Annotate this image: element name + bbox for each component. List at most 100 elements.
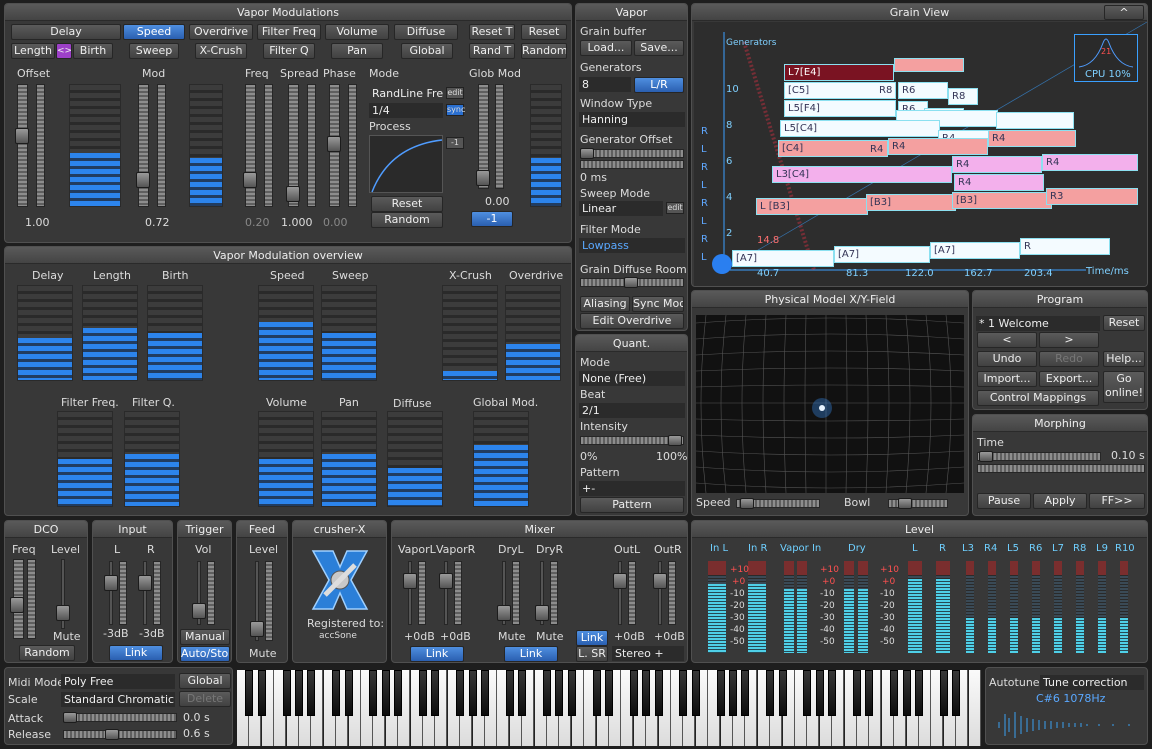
piano-black-key[interactable] [543,670,551,716]
lr-button[interactable]: L/R [634,77,684,93]
sync-mod-button[interactable]: Sync Mod [632,296,684,312]
feed-level-knob[interactable] [250,621,264,637]
mode-edit-button[interactable]: edit [446,87,464,99]
help-button[interactable]: Help... [1103,351,1145,367]
filter-mode-select[interactable]: Lowpass [579,238,685,253]
program-name-field[interactable]: * 1 Welcome [976,316,1100,331]
go-online-button[interactable]: Go online! [1103,371,1145,403]
bowl-slider[interactable] [888,499,948,508]
piano-black-key[interactable] [679,670,688,716]
piano-black-key[interactable] [890,670,899,716]
mixer-lsr-button[interactable]: L. SR [576,646,608,662]
piano-black-key[interactable] [369,670,378,716]
piano-black-key[interactable] [257,670,266,716]
piano-black-key[interactable] [555,670,564,716]
piano-black-key[interactable] [654,670,663,716]
gen-offset-range[interactable] [580,160,684,169]
filter-freq-button[interactable]: Filter Freq [257,24,321,40]
piano-black-key[interactable] [766,670,775,716]
glob-mod-slider-knob[interactable] [476,170,490,186]
offset-range-track[interactable] [36,84,45,207]
mixer-out-link-button[interactable]: Link [576,630,608,646]
piano-black-key[interactable] [468,670,477,716]
pan-button[interactable]: Pan [331,43,383,59]
piano-black-key[interactable] [716,670,725,716]
piano-black-key[interactable] [915,670,923,716]
piano-black-key[interactable] [629,670,638,716]
bowl-knob[interactable] [898,498,912,509]
speed-button[interactable]: Speed [123,24,185,40]
piano-black-key[interactable] [939,670,948,716]
piano-black-key[interactable] [691,670,700,716]
piano-black-key[interactable] [729,670,737,716]
filter-q-button[interactable]: Filter Q [263,43,315,59]
scale-select[interactable]: Standard Chromatic [61,692,175,707]
xy-field-canvas[interactable] [695,314,965,494]
autotune-mode-select[interactable]: Tune correction [1040,675,1144,690]
delay-button[interactable]: Delay [11,24,121,40]
piano-black-key[interactable] [307,670,316,716]
process-random-button[interactable]: Random [371,212,443,228]
volume-button[interactable]: Volume [325,24,389,40]
export-button[interactable]: Export... [1039,371,1099,387]
quant-mode-select[interactable]: None (Free) [579,371,685,386]
piano-black-key[interactable] [828,670,837,716]
piano-black-key[interactable] [481,670,489,716]
piano-black-key[interactable] [419,670,427,716]
random-button[interactable]: Random [521,43,567,59]
grain-view-collapse-button[interactable]: ^ [1104,5,1144,20]
mixer-outl-fader[interactable] [618,561,622,625]
autostop-button[interactable]: Auto/Stop [180,646,230,662]
program-reset-button[interactable]: Reset [1103,315,1145,331]
morph-time-knob[interactable] [979,451,993,462]
length-button[interactable]: Length [11,43,55,59]
sweep-button[interactable]: Sweep [129,43,179,59]
window-type-select[interactable]: Hanning [579,112,685,127]
scale-delete-button[interactable]: Delete [179,691,231,707]
import-button[interactable]: Import... [977,371,1037,387]
process-curve[interactable] [369,135,443,193]
input-r-knob[interactable] [138,575,152,591]
piano-black-key[interactable] [865,670,874,716]
piano-black-key[interactable] [456,670,465,716]
phase-range-track[interactable] [348,84,357,207]
piano-keyboard[interactable] [237,670,981,746]
input-l-track[interactable] [109,561,113,625]
freq-slider-track[interactable] [245,84,256,207]
overdrive-button[interactable]: Overdrive [189,24,253,40]
global-button[interactable]: Global [401,43,453,59]
mixer-vaporl-knob[interactable] [403,573,417,589]
save-button[interactable]: Save... [634,40,684,56]
swap-button[interactable]: <> [56,43,72,59]
sync-button[interactable]: sync [446,104,465,116]
piano-black-key[interactable] [952,670,961,716]
pause-button[interactable]: Pause [977,493,1031,509]
mixer-outr-knob[interactable] [653,573,667,589]
mixer-stereo-select[interactable]: Stereo + [612,646,684,661]
piano-black-key[interactable] [902,670,911,716]
piano-black-key[interactable] [518,670,527,716]
spread-slider-knob[interactable] [286,186,300,202]
dco-level-knob[interactable] [56,605,70,621]
program-next-button[interactable]: > [1039,332,1099,348]
piano-black-key[interactable] [282,670,291,716]
mixer-dry-link-button[interactable]: Link [504,646,558,662]
piano-black-key[interactable] [778,670,787,716]
freq-slider-knob[interactable] [243,172,257,188]
ff-button[interactable]: FF>> [1089,493,1145,509]
glob-mod-badge[interactable]: -1 [471,211,513,227]
mode-select[interactable]: RandLine Free [369,86,443,101]
program-prev-button[interactable]: < [977,332,1037,348]
piano-black-key[interactable] [815,670,824,716]
control-mappings-button[interactable]: Control Mappings [977,390,1099,406]
pattern-field[interactable]: +- [579,481,685,496]
piano-black-key[interactable] [505,670,514,716]
generators-field[interactable]: 8 [579,77,631,92]
mixer-outl-knob[interactable] [613,573,627,589]
manual-button[interactable]: Manual [180,629,230,645]
input-l-knob[interactable] [104,575,118,591]
mixer-vaporl-fader[interactable] [408,561,412,625]
piano-black-key[interactable] [431,670,440,716]
piano-black-key[interactable] [295,670,303,716]
piano-black-key[interactable] [592,670,601,716]
